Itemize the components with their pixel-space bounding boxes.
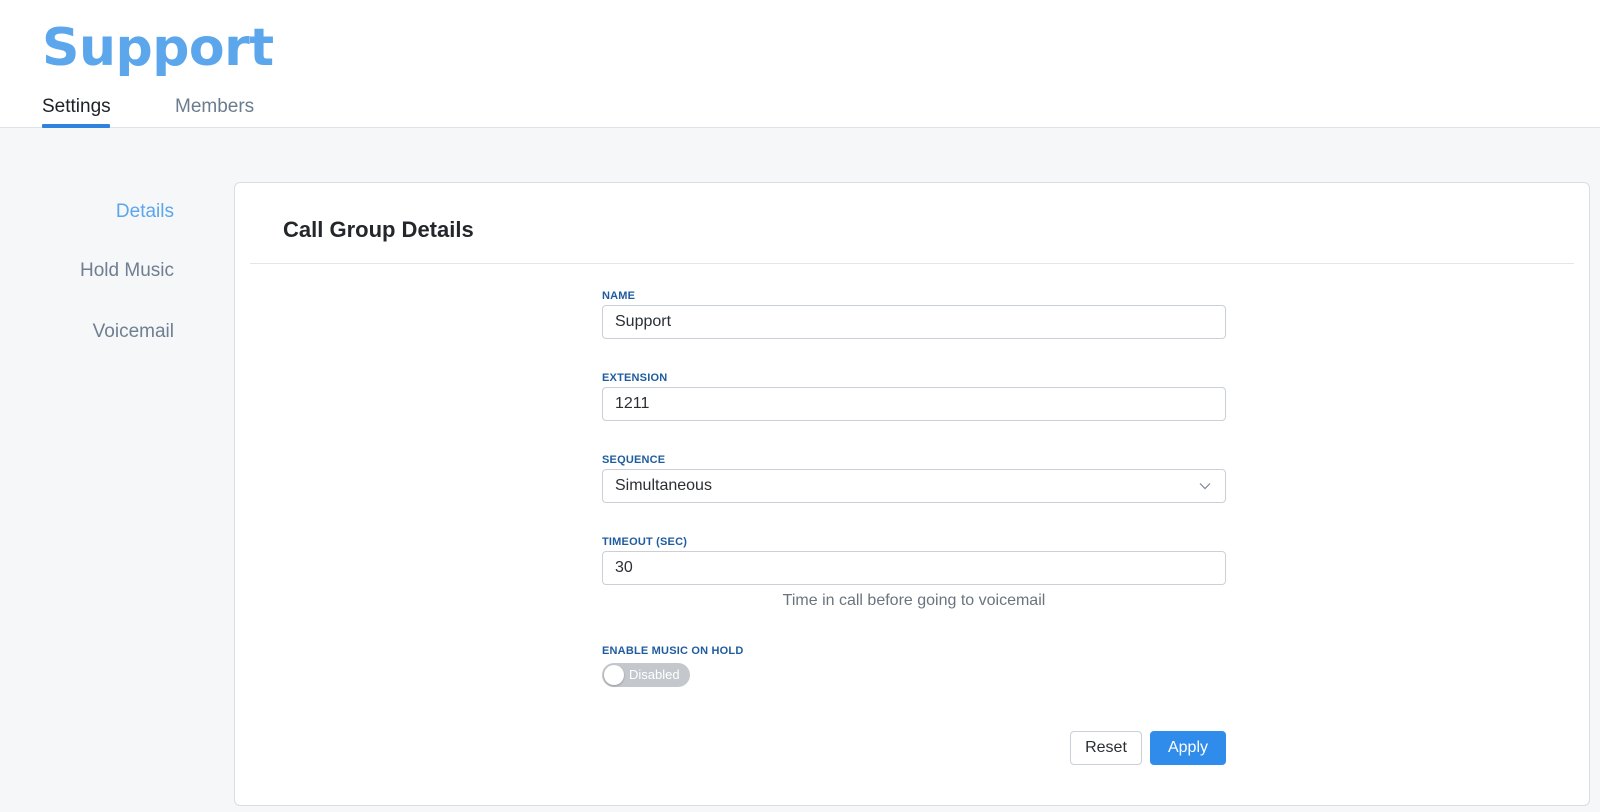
extension-label: EXTENSION (602, 372, 668, 384)
active-tab-indicator (42, 124, 110, 128)
page-title: Support (42, 18, 274, 78)
music-on-hold-toggle[interactable]: Disabled (602, 663, 690, 687)
chevron-down-icon (1199, 483, 1211, 490)
music-on-hold-label: ENABLE MUSIC ON HOLD (602, 645, 744, 657)
reset-button[interactable]: Reset (1070, 731, 1142, 765)
timeout-label: TIMEOUT (SEC) (602, 536, 688, 548)
sequence-select[interactable]: Simultaneous (602, 469, 1226, 503)
extension-input[interactable] (602, 387, 1226, 421)
sequence-label: SEQUENCE (602, 454, 666, 466)
timeout-help-text: Time in call before going to voicemail (782, 592, 1046, 609)
tab-members[interactable]: Members (175, 94, 254, 128)
sequence-selected-value: Simultaneous (615, 477, 712, 494)
tab-settings[interactable]: Settings (42, 94, 111, 128)
toggle-knob (604, 665, 624, 685)
tab-settings-label: Settings (42, 96, 111, 117)
tab-members-label: Members (175, 96, 255, 117)
sidebar-item-voicemail[interactable]: Voicemail (93, 319, 174, 345)
sidebar-item-details[interactable]: Details (116, 199, 174, 225)
timeout-input[interactable] (602, 551, 1226, 585)
name-label: NAME (602, 290, 636, 302)
call-group-details-card: Call Group Details NAME EXTENSION SEQUEN… (234, 182, 1590, 806)
sidebar-item-hold-music[interactable]: Hold Music (80, 258, 174, 284)
card-title: Call Group Details (283, 217, 474, 242)
apply-button[interactable]: Apply (1150, 731, 1226, 765)
page-header: Support Settings Members (0, 0, 1600, 128)
card-divider (250, 263, 1574, 264)
name-input[interactable] (602, 305, 1226, 339)
toggle-state-text: Disabled (629, 667, 680, 682)
